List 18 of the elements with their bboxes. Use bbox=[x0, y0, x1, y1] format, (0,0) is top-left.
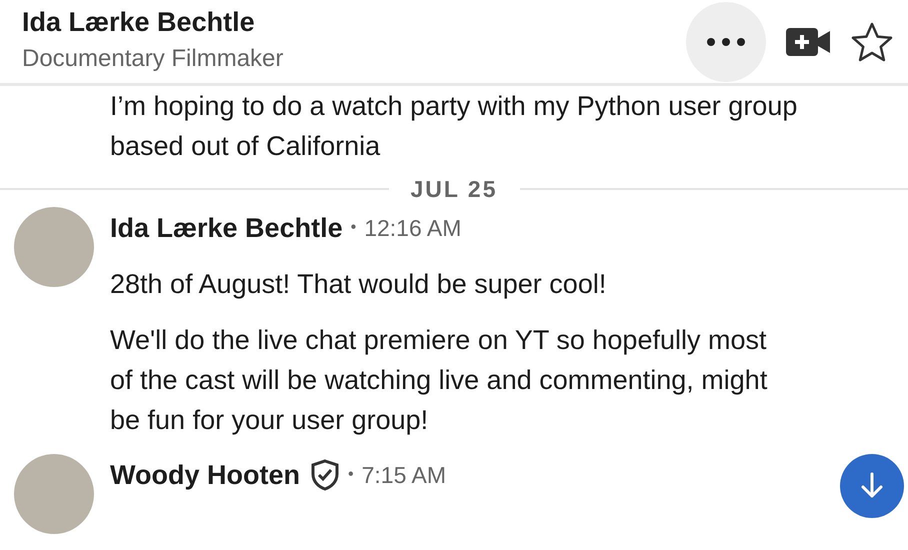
sender-name[interactable]: Woody Hooten bbox=[110, 454, 300, 496]
ellipsis-icon bbox=[706, 37, 746, 47]
message-time: 12:16 AM bbox=[364, 214, 462, 243]
separator-dot: • bbox=[350, 218, 356, 238]
star-button[interactable] bbox=[850, 21, 894, 63]
separator-dot: • bbox=[348, 465, 354, 485]
message-text: We'll do the live chat premiere on YT so hopefully most of the cast will be watching live and commenting, might be fun for your user group! bbox=[110, 324, 768, 437]
contact-name: Ida Lærke Bechtle bbox=[22, 6, 255, 39]
message-time: 7:15 AM bbox=[362, 460, 446, 490]
video-call-button[interactable] bbox=[786, 28, 830, 56]
date-divider: JUL 25 bbox=[410, 174, 499, 204]
contact-headline: Documentary Filmmaker bbox=[22, 44, 284, 74]
star-icon bbox=[850, 21, 894, 63]
sender-name[interactable]: Ida Lærke Bechtle bbox=[110, 208, 343, 248]
message-text: I’m hoping to do a watch party with my Python user group based out of California bbox=[109, 90, 798, 163]
arrow-down-icon bbox=[860, 472, 884, 500]
message-text: 28th of August! That would be super cool! bbox=[110, 268, 608, 301]
video-camera-plus-icon bbox=[786, 28, 830, 56]
